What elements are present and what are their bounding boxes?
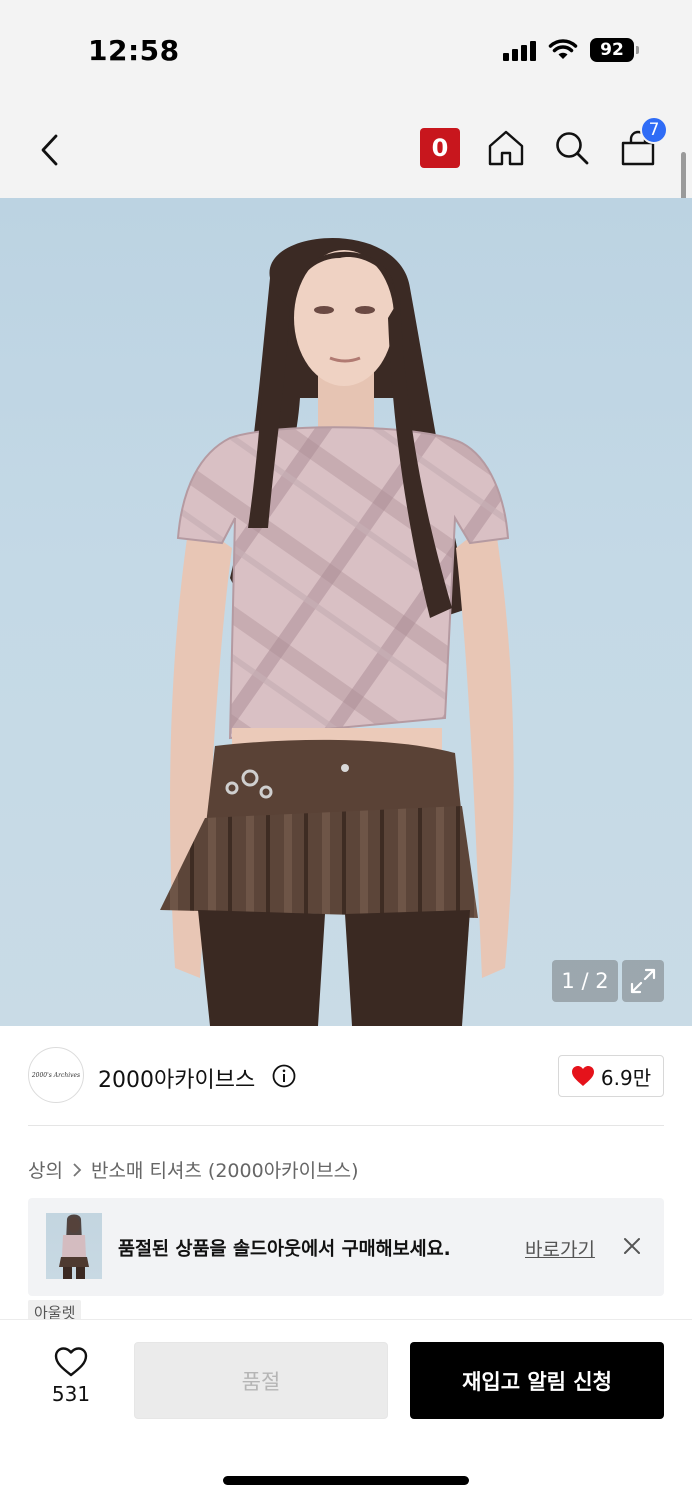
breadcrumb-subcategory[interactable]: 반소매 티셔츠 (2000아카이브스) bbox=[91, 1156, 359, 1183]
status-time: 12:58 bbox=[88, 34, 180, 67]
brand-like-button[interactable]: 6.9만 bbox=[558, 1055, 664, 1097]
o-point-icon: 0 bbox=[420, 128, 460, 168]
battery-icon: 92 bbox=[590, 38, 639, 62]
cellular-signal-icon bbox=[503, 39, 536, 61]
product-photo-illustration bbox=[160, 238, 514, 1026]
chevron-right-icon bbox=[73, 1162, 82, 1177]
brand-like-count: 6.9만 bbox=[600, 1065, 652, 1090]
wishlist-button[interactable]: 531 bbox=[40, 1346, 102, 1406]
banner-message: 품절된 상품을 솔드아웃에서 구매해보세요. bbox=[118, 1239, 451, 1260]
banner-close-button[interactable] bbox=[622, 1236, 642, 1260]
restock-alert-button[interactable]: 재입고 알림 신청 bbox=[410, 1342, 664, 1419]
brand-name[interactable]: 2000아카이브스 bbox=[98, 1062, 255, 1094]
search-icon bbox=[556, 132, 589, 165]
cart-button[interactable]: 7 bbox=[618, 116, 668, 168]
status-bar: 12:58 92 bbox=[0, 0, 692, 100]
heart-filled-icon bbox=[571, 1066, 594, 1086]
banner-thumbnail bbox=[46, 1213, 102, 1279]
status-icons: 92 bbox=[503, 38, 639, 62]
home-icon bbox=[488, 130, 524, 166]
home-button[interactable] bbox=[486, 128, 526, 168]
soldout-button: 품절 bbox=[134, 1342, 388, 1419]
home-indicator bbox=[223, 1476, 469, 1485]
close-icon bbox=[624, 1238, 640, 1254]
expand-icon bbox=[630, 968, 656, 994]
info-button[interactable] bbox=[272, 1064, 296, 1092]
breadcrumb: 상의 반소매 티셔츠 (2000아카이브스) bbox=[28, 1156, 359, 1183]
search-button[interactable] bbox=[552, 128, 592, 168]
expand-image-button[interactable] bbox=[622, 960, 664, 1002]
soldout-banner: 품절된 상품을 솔드아웃에서 구매해보세요. 바로가기 bbox=[28, 1198, 664, 1296]
banner-shortcut-link[interactable]: 바로가기 bbox=[525, 1235, 595, 1262]
chevron-left-icon bbox=[41, 134, 58, 166]
heart-outline-icon bbox=[54, 1347, 88, 1377]
product-image[interactable]: 1 / 2 bbox=[0, 198, 692, 1026]
brand-row: 2000's Archives 2000아카이브스 6.9만 bbox=[28, 1026, 664, 1126]
back-button[interactable] bbox=[30, 128, 70, 172]
cart-count-badge: 7 bbox=[640, 116, 668, 144]
brand-logo[interactable]: 2000's Archives bbox=[28, 1047, 84, 1103]
o-point-button[interactable]: 0 bbox=[420, 128, 460, 168]
info-icon bbox=[272, 1064, 296, 1088]
bottom-action-bar: 531 품절 재입고 알림 신청 bbox=[0, 1319, 692, 1500]
image-counter: 1 / 2 bbox=[552, 960, 618, 1002]
breadcrumb-category[interactable]: 상의 bbox=[28, 1156, 63, 1183]
brand-logo-text: 2000's Archives bbox=[31, 1071, 81, 1079]
nav-icons: 0 7 bbox=[420, 116, 668, 168]
wifi-icon bbox=[548, 39, 578, 59]
top-nav-bar: 0 7 bbox=[0, 100, 692, 198]
wishlist-count: 531 bbox=[51, 1382, 91, 1406]
